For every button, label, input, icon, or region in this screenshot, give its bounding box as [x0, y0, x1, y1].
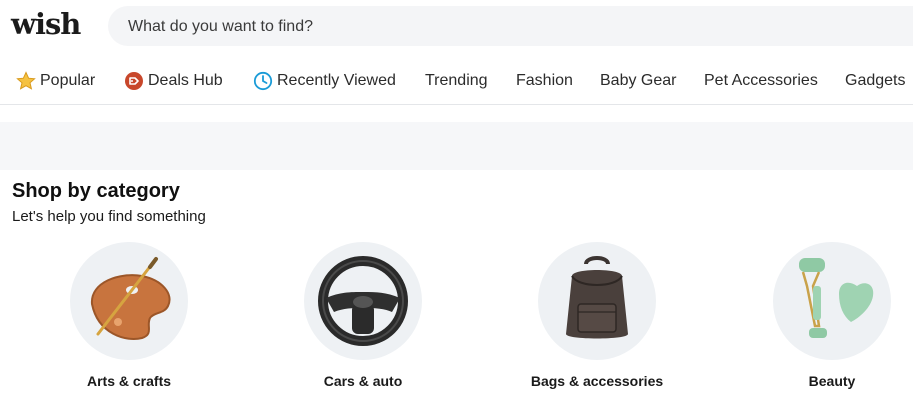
page: wish Popular Deals Hub: [0, 0, 913, 394]
nav-item-deals-hub[interactable]: Deals Hub: [124, 62, 223, 100]
nav-item-popular[interactable]: Popular: [16, 62, 95, 100]
category-label: Arts & crafts: [86, 373, 172, 389]
category-cars-auto[interactable]: Cars & auto: [273, 242, 453, 392]
category-label: Bags & accessories: [530, 373, 664, 389]
nav-item-label: Deals Hub: [148, 72, 223, 89]
steering-wheel-image: [304, 242, 422, 360]
search-bar[interactable]: [108, 6, 913, 48]
nav-item-label: Popular: [40, 72, 96, 89]
paint-palette-image: [70, 242, 188, 360]
nav-item-label: Gadgets: [845, 72, 906, 89]
nav-item-fashion[interactable]: Fashion: [516, 62, 573, 100]
category-beauty[interactable]: Beauty: [742, 242, 913, 392]
nav-item-label: Pet Accessories: [704, 72, 818, 89]
nav-item-gadgets[interactable]: Gadgets: [845, 62, 905, 100]
nav-item-label: Trending: [425, 72, 488, 89]
jade-roller-image: [773, 242, 891, 360]
section-title: Shop by category: [12, 180, 180, 202]
nav-divider: [0, 104, 913, 105]
wish-logo[interactable]: wish: [11, 7, 81, 41]
nav-item-label: Recently Viewed: [277, 72, 396, 89]
promo-banner-placeholder: [0, 122, 913, 170]
nav-item-pet-accessories[interactable]: Pet Accessories: [704, 62, 818, 100]
category-arts-crafts[interactable]: Arts & crafts: [39, 242, 219, 392]
nav-item-trending[interactable]: Trending: [425, 62, 488, 100]
category-label: Beauty: [808, 373, 856, 389]
nav-item-recently-viewed[interactable]: Recently Viewed: [253, 62, 396, 100]
clock-icon: [253, 71, 273, 91]
star-icon: [16, 71, 36, 91]
nav-item-label: Baby Gear: [600, 72, 677, 89]
category-nav: Popular Deals Hub Recently Viewed Trendi…: [0, 62, 913, 102]
category-label: Cars & auto: [323, 373, 403, 389]
search-input[interactable]: [126, 6, 730, 48]
nav-item-label: Fashion: [516, 72, 573, 89]
category-bags-accessories[interactable]: Bags & accessories: [507, 242, 687, 392]
nav-item-baby-gear[interactable]: Baby Gear: [600, 62, 676, 100]
backpack-image: [538, 242, 656, 360]
deals-tag-icon: [124, 71, 144, 91]
header: wish: [0, 0, 913, 52]
section-subtitle: Let's help you find something: [12, 208, 206, 225]
